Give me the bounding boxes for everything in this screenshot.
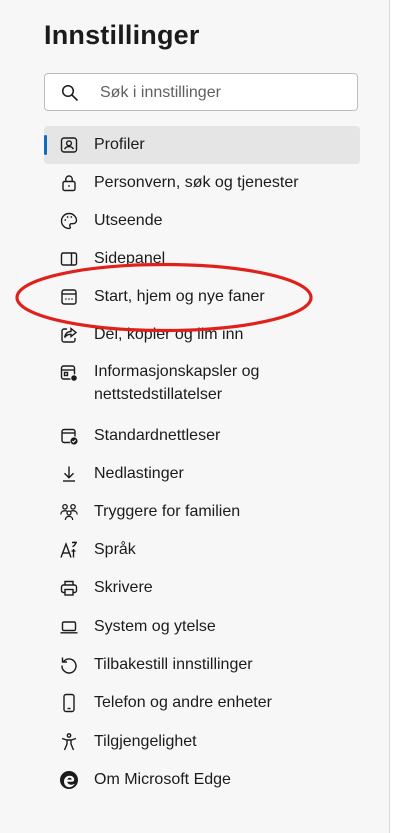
nav-item-sprak[interactable]: Språk: [44, 531, 360, 569]
nav-item-personvern[interactable]: Personvern, søk og tjenester: [44, 164, 360, 202]
sidebar-icon: [59, 249, 79, 269]
nav-item-label: Tilbakestill innstillinger: [94, 656, 253, 673]
nav-item-label: Standardnettleser: [94, 427, 221, 444]
nav-item-label: Skrivere: [94, 579, 153, 596]
nav-item-label: Sidepanel: [94, 250, 166, 267]
family-icon: [59, 502, 79, 522]
nav-item-label: Personvern, søk og tjenester: [94, 174, 299, 191]
nav-item-label: Del, kopier og lim inn: [94, 326, 244, 343]
accessibility-icon: [59, 732, 79, 752]
nav-item-system-ytelse[interactable]: System og ytelse: [44, 608, 360, 646]
lock-icon: [59, 173, 79, 193]
nav-item-label: Start, hjem og nye faner: [94, 288, 265, 305]
nav-item-label: Utseende: [94, 212, 163, 229]
settings-sidebar: Innstillinger Profiler: [0, 0, 389, 833]
phone-icon: [59, 693, 79, 713]
share-icon: [59, 325, 79, 345]
nav-item-informasjonskapsler[interactable]: Informasjonskapsler og nettstedstillatel…: [44, 354, 360, 416]
nav-item-nedlastinger[interactable]: Nedlastinger: [44, 455, 360, 493]
nav-item-skrivere[interactable]: Skrivere: [44, 569, 360, 607]
printer-icon: [59, 578, 79, 598]
nav-item-label: System og ytelse: [94, 618, 216, 635]
download-icon: [59, 464, 79, 484]
nav-item-sidepanel[interactable]: Sidepanel: [44, 240, 360, 278]
nav-item-label: Nedlastinger: [94, 465, 184, 482]
default-browser-icon: [59, 426, 79, 446]
profile-icon: [59, 135, 79, 155]
search-input[interactable]: [98, 80, 352, 106]
nav-item-om-edge[interactable]: Om Microsoft Edge: [44, 761, 360, 799]
language-icon: [59, 540, 79, 560]
reset-icon: [59, 655, 79, 675]
edge-logo-icon: [59, 770, 79, 790]
nav-item-del-kopier[interactable]: Del, kopier og lim inn: [44, 316, 360, 354]
content-pane-edge: [389, 0, 404, 833]
nav-item-label: Språk: [94, 541, 136, 558]
nav-item-tilgjengelighet[interactable]: Tilgjengelighet: [44, 723, 360, 761]
nav-item-label: Tilgjengelighet: [94, 733, 197, 750]
nav-item-label: Om Microsoft Edge: [94, 771, 231, 788]
selection-indicator: [44, 135, 47, 155]
laptop-icon: [59, 617, 79, 637]
cookies-site-permissions-icon: [59, 363, 79, 383]
nav-item-label: Tryggere for familien: [94, 503, 241, 520]
new-tab-icon: [59, 287, 79, 307]
nav-item-telefon[interactable]: Telefon og andre enheter: [44, 684, 360, 722]
nav-item-label: Informasjonskapsler og nettstedstillatel…: [94, 363, 260, 403]
nav-item-label: Profiler: [94, 136, 145, 153]
search-icon: [61, 84, 78, 101]
nav-item-profiler[interactable]: Profiler: [44, 126, 360, 164]
nav-item-tilbakestill[interactable]: Tilbakestill innstillinger: [44, 646, 360, 684]
nav-item-standardnettleser[interactable]: Standardnettleser: [44, 417, 360, 455]
page-title: Innstillinger: [44, 20, 200, 50]
nav-item-utseende[interactable]: Utseende: [44, 202, 360, 240]
nav-item-start-hjem[interactable]: Start, hjem og nye faner: [44, 278, 360, 316]
search-box[interactable]: [44, 73, 358, 111]
palette-icon: [59, 211, 79, 231]
nav-item-tryggere-familien[interactable]: Tryggere for familien: [44, 493, 360, 531]
nav-item-label: Telefon og andre enheter: [94, 694, 272, 711]
